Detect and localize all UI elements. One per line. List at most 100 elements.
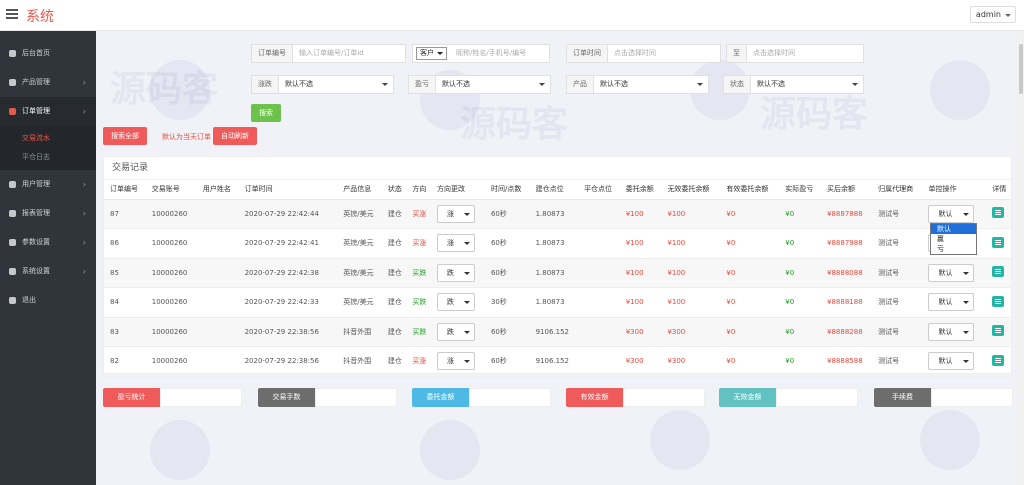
summary-box: 有效金额 [566,388,705,407]
dropdown-option-default[interactable]: 默认 [931,224,976,234]
cell-valid: ¥0 [720,346,780,377]
detail-icon[interactable] [992,354,1005,366]
detail-icon[interactable] [992,207,1005,219]
sidebar-item-system[interactable]: 系统设置 › [0,257,96,286]
chevron-right-icon: › [82,78,86,87]
cell-pnl: ¥0 [779,346,822,377]
chevron-right-icon: › [82,209,86,218]
detail-icon[interactable] [992,236,1005,248]
cell-id: 87 [104,199,146,229]
order-op-select[interactable]: 默认 [928,263,975,282]
order-op-select[interactable]: 默认 [928,352,975,371]
cell-amt: ¥100 [619,258,662,288]
product-select[interactable]: 默认不选 [594,76,708,93]
sidebar-subitem-close-log[interactable]: 平仓日志 [0,148,96,167]
direction-change-select[interactable]: 涨 [436,234,475,253]
scrollbar-track[interactable] [1017,31,1024,485]
summary-value [469,388,551,407]
order-time-end-input[interactable]: 点击选择时间 [747,45,863,62]
detail-icon[interactable] [992,266,1005,278]
dropdown-option-lose[interactable]: 亏 [931,244,976,254]
sidebar-item-logout[interactable]: 退出 [0,286,96,315]
order-time-start-input[interactable]: 点击选择时间 [608,45,720,62]
order-time-label: 订单时间 [567,45,608,62]
watermark-text: 源码客 [460,104,569,145]
trade-table: 订单编号 交易账号 用户姓名 订单时间 产品信息 状态 方向 方向更改 时间/点数 建仓点位 平仓点… [104,180,1011,377]
cell-period: 60秒 [484,258,530,288]
scrollbar-thumb[interactable] [1019,44,1023,94]
copy-icon [9,108,16,115]
cell-amt: ¥300 [619,346,662,377]
direction-change-select[interactable]: 跌 [436,322,475,341]
cell-after: ¥8887988 [821,228,873,259]
account-type-select[interactable]: 客户 [416,47,447,60]
cell-open: 9106.152 [529,346,578,377]
search-all-button[interactable]: 搜索全部 [103,127,147,145]
direction-change-select[interactable]: 涨 [436,352,475,371]
order-op-select[interactable]: 默认 [928,293,975,312]
sidebar-subitem-trades[interactable]: 交易流水 [0,129,96,148]
status-label: 状态 [724,76,751,93]
status-select[interactable]: 默认不选 [751,76,863,93]
cell-period: 60秒 [484,228,530,259]
cell-dir: 买跌 [406,287,431,318]
sidebar-item-home[interactable]: 后台首页 [0,39,96,68]
cell-after: ¥8888588 [821,346,873,377]
cell-id: 84 [104,287,146,318]
cell-acct: 10000260 [145,287,197,318]
summary-box: 盈亏统计 [103,388,242,407]
cell-amt: ¥100 [619,287,662,318]
sidebar-item-products[interactable]: 产品管理 › [0,68,96,97]
sidebar-item-reports[interactable]: 报表管理 › [0,199,96,228]
direction-change-select[interactable]: 涨 [436,204,475,223]
auto-refresh-button[interactable]: 自动刷新 [213,127,257,145]
sidebar-item-orders[interactable]: 订单管理 › [0,97,96,126]
order-op-select[interactable]: 默认 [928,204,975,223]
gears-icon [9,268,16,275]
cell-pnl: ¥0 [779,317,822,347]
user-menu[interactable]: admin [969,6,1016,23]
cell-acct: 10000260 [145,346,197,377]
summary-value [160,388,242,407]
sidebar-item-params[interactable]: 参数设置 › [0,228,96,257]
summary-box: 手续费 [874,388,1013,407]
search-button[interactable]: 搜索 [251,104,281,122]
menu-toggle-icon[interactable] [6,9,18,19]
cell-product: 英镑/美元 [337,228,382,259]
cell-agent: 测试号 [872,228,923,259]
column-header: 交易账号 [145,180,197,200]
rise-fall-select[interactable]: 默认不选 [279,76,393,93]
product-filter: 产品 默认不选 [566,75,709,94]
cell-detail [986,287,1011,318]
cell-product: 抖音外围 [337,317,382,347]
account-input[interactable]: 昵称/姓名/手机号/编号 [450,45,549,62]
order-op-select[interactable]: 默认 [928,322,975,341]
cell-dir: 买涨 [406,199,431,229]
cell-pnl: ¥0 [779,287,822,318]
detail-icon[interactable] [992,325,1005,337]
column-header: 订单编号 [104,180,146,200]
cell-period: 60秒 [484,199,530,229]
direction-change-select[interactable]: 跌 [436,293,475,312]
cell-open: 1.80873 [529,258,578,288]
detail-icon[interactable] [992,295,1005,307]
order-no-input[interactable]: 输入订单编号/订单id [293,45,405,62]
pnl-select[interactable]: 默认不选 [436,76,550,93]
column-header: 状态 [381,180,407,200]
cell-change: 跌 [430,258,485,288]
direction-change-select[interactable]: 跌 [436,263,475,282]
chart-icon [9,210,16,217]
user-icon [9,181,16,188]
cell-time: 2020-07-29 22:42:38 [238,258,338,288]
table-header-row: 订单编号 交易账号 用户姓名 订单时间 产品信息 状态 方向 方向更改 时间/点数 建仓点位 平仓点… [104,180,1011,200]
cell-open: 1.80873 [529,228,578,259]
sidebar-item-users[interactable]: 用户管理 › [0,170,96,199]
summary-label: 手续费 [874,388,931,407]
cell-amt: ¥100 [619,228,662,259]
cell-time: 2020-07-29 22:42:44 [238,199,338,229]
cell-invalid: ¥100 [661,228,721,259]
pnl-filter: 盈亏 默认不选 [408,75,551,94]
dropdown-option-win[interactable]: 赢 [931,234,976,244]
cell-acct: 10000260 [145,199,197,229]
cell-time: 2020-07-29 22:38:56 [238,317,338,347]
